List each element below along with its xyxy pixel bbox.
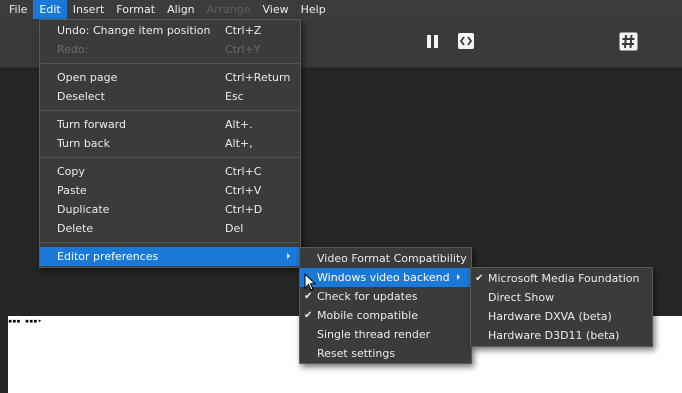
menu-item-label: Redo:: [57, 43, 89, 56]
menu-item-paste[interactable]: Paste Ctrl+V: [40, 181, 300, 200]
menu-item-hardware-dxva[interactable]: Hardware DXVA (beta): [471, 307, 652, 326]
menu-item-windows-video-backend[interactable]: Windows video backend: [300, 268, 471, 287]
menu-item-shortcut: Alt+.: [225, 118, 253, 131]
code-icon[interactable]: [457, 32, 475, 50]
menu-item-shortcut: Ctrl+C: [225, 165, 262, 178]
menu-item-turn-back[interactable]: Turn back Alt+,: [40, 134, 300, 153]
pause-icon[interactable]: [425, 33, 443, 51]
menu-item-shortcut: Ctrl+V: [225, 184, 262, 197]
menu-separator: [40, 59, 300, 68]
menubar: File Edit Insert Format Align Arrange Vi…: [0, 0, 682, 19]
menu-item-copy[interactable]: Copy Ctrl+C: [40, 162, 300, 181]
menu-help[interactable]: Help: [295, 0, 332, 19]
menu-item-label: Open page: [57, 71, 118, 84]
menu-item-label: Copy: [57, 165, 85, 178]
menu-item-label: Turn back: [57, 137, 110, 150]
menu-item-label: Turn forward: [57, 118, 126, 131]
menu-item-label: Hardware D3D11 (beta): [488, 329, 620, 342]
menu-item-shortcut: Ctrl+Z: [225, 24, 262, 37]
editor-preferences-menu: Video Format Compatibility Windows video…: [299, 247, 472, 364]
menu-item-label: Mobile compatible: [317, 309, 418, 322]
menu-item-label: Paste: [57, 184, 87, 197]
menu-insert[interactable]: Insert: [67, 0, 111, 19]
menu-item-open-page[interactable]: Open page Ctrl+Return: [40, 68, 300, 87]
menu-item-microsoft-media-foundation[interactable]: ✔ Microsoft Media Foundation: [471, 269, 652, 288]
menu-separator: [40, 153, 300, 162]
menu-edit[interactable]: Edit: [33, 0, 67, 19]
menu-item-shortcut: Ctrl+D: [225, 203, 263, 216]
menu-item-label: Direct Show: [488, 291, 555, 304]
menu-item-shortcut: Del: [225, 222, 244, 235]
menu-item-label: Hardware DXVA (beta): [488, 310, 612, 323]
menu-separator: [40, 106, 300, 115]
menu-item-editor-preferences[interactable]: Editor preferences: [40, 247, 300, 266]
menu-item-label: Windows video backend: [317, 271, 450, 284]
menu-item-label: Deselect: [57, 90, 105, 103]
menu-arrange: Arrange: [206, 3, 251, 16]
menu-item-turn-forward[interactable]: Turn forward Alt+.: [40, 115, 300, 134]
menu-item-check-for-updates[interactable]: ✔ Check for updates: [300, 287, 471, 306]
menu-item-duplicate[interactable]: Duplicate Ctrl+D: [40, 200, 300, 219]
menu-item-label: Video Format Compatibility: [317, 252, 467, 265]
menu-item-label: Single thread render: [317, 328, 431, 341]
menu-item-label: Editor preferences: [57, 250, 159, 263]
check-icon: ✔: [475, 273, 484, 284]
canvas-handle[interactable]: ▪▪▪ ▪▪▪▾: [8, 318, 42, 325]
submenu-arrow-icon: [457, 274, 460, 280]
menu-item-undo[interactable]: Undo: Change item position Ctrl+Z: [40, 21, 300, 40]
hash-icon[interactable]: [619, 32, 638, 51]
menu-item-label: Check for updates: [317, 290, 418, 303]
menu-item-delete[interactable]: Delete Del: [40, 219, 300, 238]
submenu-arrow-icon: [287, 253, 290, 259]
menu-file[interactable]: File: [0, 0, 33, 19]
edit-menu: Undo: Change item position Ctrl+Z Redo: …: [39, 19, 301, 268]
menu-item-label: Reset settings: [317, 347, 396, 360]
menu-item-shortcut: Ctrl+Return: [225, 71, 291, 84]
menu-item-shortcut: Esc: [225, 90, 244, 103]
menu-view[interactable]: View: [257, 0, 295, 19]
menu-item-label: Duplicate: [57, 203, 110, 216]
menu-align[interactable]: Align: [161, 0, 201, 19]
menu-item-deselect[interactable]: Deselect Esc: [40, 87, 300, 106]
menu-item-hardware-d3d11[interactable]: Hardware D3D11 (beta): [471, 326, 652, 345]
menu-item-mobile-compatible[interactable]: ✔ Mobile compatible: [300, 306, 471, 325]
menu-format[interactable]: Format: [110, 0, 161, 19]
check-icon: ✔: [304, 310, 313, 321]
menu-item-direct-show[interactable]: Direct Show: [471, 288, 652, 307]
windows-video-backend-menu: ✔ Microsoft Media Foundation Direct Show…: [470, 267, 653, 347]
menu-item-shortcut: Ctrl+Y: [225, 43, 261, 56]
menu-item-reset-settings[interactable]: Reset settings: [300, 344, 471, 363]
menu-item-label: Delete: [57, 222, 94, 235]
menu-item-label: Undo: Change item position: [57, 24, 211, 37]
menu-item-video-format-compatibility[interactable]: Video Format Compatibility: [300, 249, 471, 268]
menu-separator: [40, 238, 300, 247]
menu-item-redo: Redo: Ctrl+Y: [40, 40, 300, 59]
mouse-cursor-icon: [304, 272, 317, 292]
menu-item-label: Microsoft Media Foundation: [488, 272, 640, 285]
menu-item-shortcut: Alt+,: [225, 137, 253, 150]
menu-item-single-thread-render[interactable]: Single thread render: [300, 325, 471, 344]
